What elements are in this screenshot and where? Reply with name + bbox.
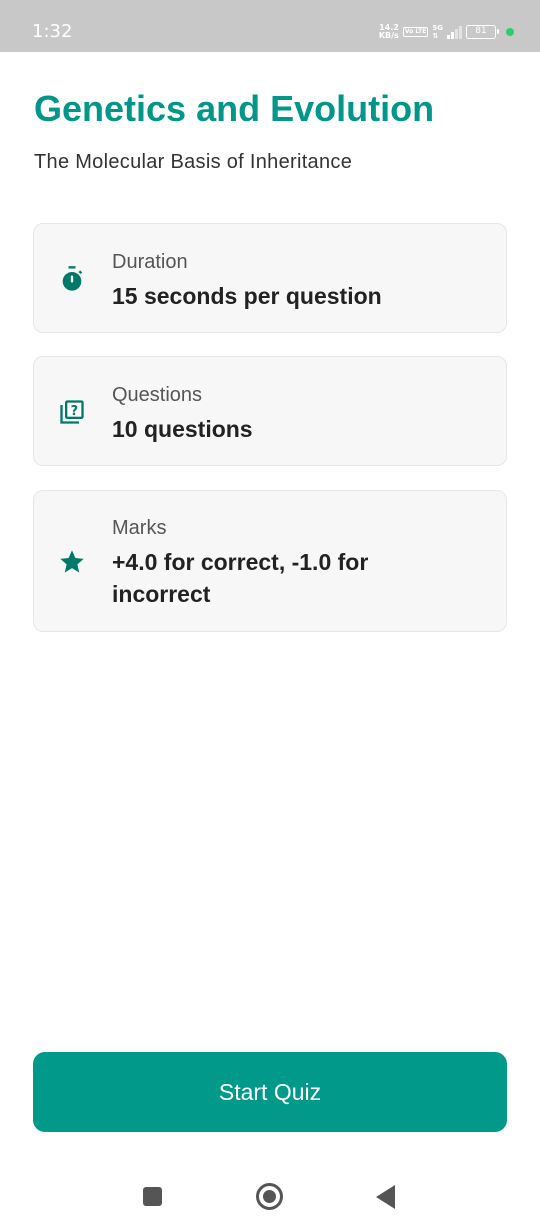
marks-label: Marks — [112, 517, 167, 539]
page-subtitle: The Molecular Basis of Inheritance — [34, 151, 353, 173]
recent-apps-icon[interactable] — [143, 1187, 162, 1206]
questions-value: 10 questions — [112, 416, 253, 442]
status-bar: 1:32 14.2 KB/s Vo LTE 5G ⇅ 81 — [0, 0, 540, 52]
questions-card: ? Questions 10 questions — [33, 356, 507, 466]
network-type: 5G ⇅ — [432, 24, 443, 40]
start-quiz-button[interactable]: Start Quiz — [33, 1052, 507, 1132]
privacy-indicator-icon — [506, 28, 514, 36]
duration-label: Duration — [112, 251, 188, 273]
data-arrows-icon: ⇅ — [432, 32, 439, 40]
network-speed-unit: KB/s — [378, 31, 399, 40]
question-library-icon: ? — [60, 400, 84, 424]
signal-icon — [447, 25, 462, 39]
duration-card: Duration 15 seconds per question — [33, 223, 507, 333]
duration-value: 15 seconds per question — [112, 283, 382, 309]
status-icons: 14.2 KB/s Vo LTE 5G ⇅ 81 — [379, 18, 514, 46]
home-icon[interactable] — [256, 1183, 283, 1210]
star-icon — [60, 550, 84, 573]
network-type-label: 5G — [432, 24, 443, 32]
marks-value: +4.0 for correct, -1.0 for incorrect — [112, 549, 369, 607]
battery-level: 81 — [475, 26, 487, 36]
svg-text:?: ? — [71, 404, 78, 419]
back-icon[interactable] — [376, 1185, 395, 1209]
status-time: 1:32 — [32, 21, 73, 42]
marks-card: Marks +4.0 for correct, -1.0 for incorre… — [33, 490, 507, 632]
navigation-bar — [0, 1160, 540, 1230]
battery-icon: 81 — [466, 25, 499, 39]
page-title: Genetics and Evolution — [34, 88, 435, 129]
volte-icon: Vo LTE — [402, 27, 429, 37]
questions-label: Questions — [112, 384, 203, 406]
network-speed: 14.2 KB/s — [379, 24, 399, 40]
stopwatch-icon — [62, 266, 83, 291]
